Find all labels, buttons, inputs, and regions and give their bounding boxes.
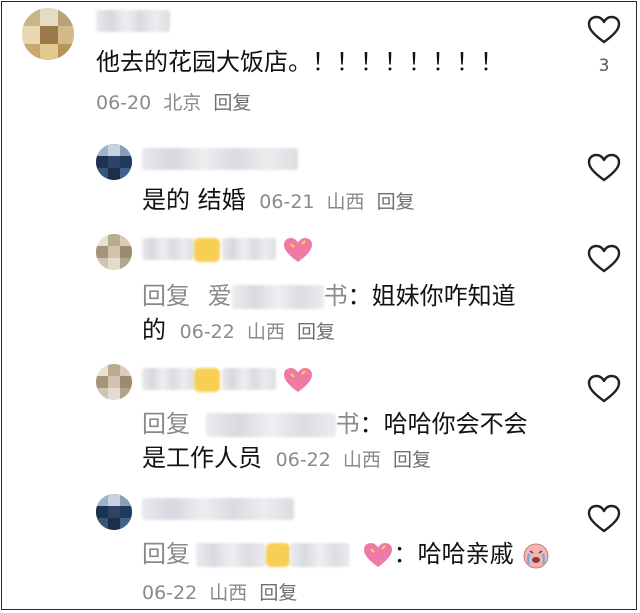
reply-prefix: 回复	[142, 540, 190, 568]
reply-text: 回复 ：哈哈亲戚	[142, 538, 551, 570]
reply-text: 回复 爱 书：姐妹你咋知道	[142, 280, 516, 312]
reply-text-line2: 的 06-22 山西 回复	[142, 314, 341, 346]
reply-prefix: 回复	[142, 410, 190, 438]
reply-button[interactable]: 回复	[393, 449, 431, 471]
heart-outline-icon[interactable]	[587, 15, 621, 45]
avatar[interactable]	[96, 364, 132, 400]
reply-body-cont: 的	[142, 316, 166, 344]
comment-meta: 06-22 山西 回复	[142, 580, 303, 606]
reply-button[interactable]: 回复	[297, 321, 335, 343]
emoji-badge	[194, 368, 220, 392]
reply-body: 是的 结婚	[142, 186, 246, 214]
reply-target-redacted[interactable]	[231, 285, 324, 309]
comment-meta: 06-20 北京 回复	[96, 90, 257, 116]
comment-location: 山西	[342, 449, 381, 471]
avatar[interactable]	[96, 144, 132, 180]
comment-location: 山西	[209, 582, 248, 604]
reply-text-line2: 是工作人员 06-22 山西 回复	[142, 442, 437, 474]
comment-date: 06-21	[259, 191, 315, 213]
reply-text: 回复 书：哈哈你会不会	[142, 408, 528, 440]
reply-body-cont: 是工作人员	[142, 444, 262, 472]
comment-date: 06-22	[275, 449, 331, 471]
reply-separator: ：	[359, 410, 384, 438]
username-redacted[interactable]	[96, 10, 170, 32]
reply-body: 哈哈你会不会	[383, 410, 528, 438]
avatar[interactable]	[96, 234, 132, 270]
comment-text: 他去的花园大饭店。！！！！！！！！	[96, 48, 504, 76]
reply-button[interactable]: 回复	[259, 582, 297, 604]
heart-outline-icon[interactable]	[587, 504, 621, 534]
reply-separator: ：	[347, 282, 372, 310]
emoji-badge	[266, 543, 290, 567]
like-count: 3	[598, 56, 610, 76]
comment-date: 06-20	[96, 92, 152, 114]
username-redacted[interactable]	[222, 368, 276, 390]
heart-outline-icon[interactable]	[587, 153, 621, 183]
reply-body: 姐妹你咋知道	[371, 282, 516, 310]
reply-target-redacted[interactable]	[290, 543, 350, 567]
pink-heart-icon	[284, 238, 312, 262]
crying-face-icon	[523, 543, 549, 569]
username-redacted[interactable]	[142, 148, 298, 170]
reply-separator: ：	[393, 540, 418, 568]
comment-date: 06-22	[142, 582, 198, 604]
reply-button[interactable]: 回复	[377, 191, 415, 213]
comment-location: 北京	[163, 92, 202, 114]
reply-target-start[interactable]: 爱	[208, 282, 232, 310]
pink-heart-icon	[284, 368, 312, 392]
username-redacted[interactable]	[142, 368, 194, 390]
reply-body: 哈哈亲戚	[417, 540, 514, 568]
reply-button[interactable]: 回复	[213, 92, 251, 114]
comment-location: 山西	[326, 191, 365, 213]
avatar[interactable]	[96, 494, 132, 530]
pink-heart-icon	[363, 543, 392, 567]
reply-text: 是的 结婚 06-21 山西 回复	[142, 184, 421, 216]
avatar[interactable]	[22, 8, 74, 60]
comment-location: 山西	[246, 321, 285, 343]
reply-target-end[interactable]: 书	[336, 410, 360, 438]
reply-target-redacted[interactable]	[196, 543, 266, 567]
username-redacted[interactable]	[142, 238, 194, 260]
emoji-badge	[194, 238, 220, 262]
reply-target-redacted[interactable]	[205, 413, 336, 437]
heart-outline-icon[interactable]	[587, 374, 621, 404]
comment-date: 06-22	[179, 321, 235, 343]
username-redacted[interactable]	[222, 238, 276, 260]
reply-target-end[interactable]: 书	[324, 282, 348, 310]
username-redacted[interactable]	[142, 498, 294, 520]
reply-prefix: 回复	[142, 282, 190, 310]
heart-outline-icon[interactable]	[587, 244, 621, 274]
